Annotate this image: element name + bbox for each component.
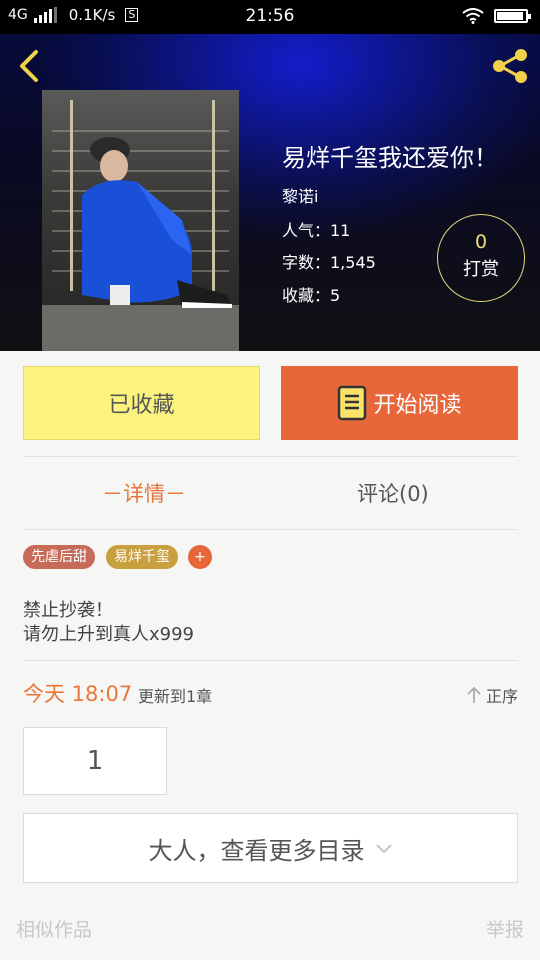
report-link[interactable]: 举报 — [486, 915, 524, 942]
more-catalog-label: 大人，查看更多目录 — [148, 836, 365, 865]
start-reading-button[interactable]: 开始阅读 — [281, 366, 518, 440]
wifi-icon — [462, 8, 484, 24]
description-line: 禁止抄袭！ — [23, 600, 113, 621]
tip-count: 0 — [474, 231, 488, 253]
share-icon — [493, 49, 527, 83]
sort-order-label: 正序 — [485, 687, 518, 706]
status-right — [462, 8, 531, 24]
clock: 21:56 — [245, 6, 295, 26]
book-title: 易烊千玺我还爱你！ — [282, 144, 498, 172]
tag-item[interactable]: 先虐后甜 — [23, 545, 95, 569]
favorites-stat: 收藏：5 — [282, 286, 341, 305]
divider — [23, 529, 518, 530]
battery-icon — [494, 9, 531, 23]
author-name[interactable]: 黎诺i — [282, 183, 318, 207]
collected-button[interactable]: 已收藏 — [23, 366, 260, 440]
sort-order-button[interactable]: 正序 — [466, 683, 518, 707]
divider — [23, 660, 518, 661]
update-text: 更新到1章 — [138, 687, 213, 706]
book-header: 易烊千玺我还爱你！ 黎诺i 人气：11 字数：1,545 收藏：5 0 打赏 — [0, 34, 540, 351]
word-count-stat: 字数：1,545 — [282, 253, 376, 272]
collected-label: 已收藏 — [108, 393, 175, 418]
popularity-stat: 人气：11 — [282, 221, 351, 240]
status-bar: 4G 0.1K/s S 21:56 — [0, 0, 540, 34]
description-line: 请勿上升到真人x999 — [23, 624, 195, 645]
tip-label: 打赏 — [463, 259, 499, 280]
tip-button[interactable]: 0 打赏 — [437, 214, 525, 302]
tab-detail[interactable]: －详情－ — [102, 478, 186, 508]
chevron-left-icon — [20, 50, 38, 82]
book-cover-image[interactable] — [42, 90, 239, 351]
tag-item[interactable]: 易烊千玺 — [106, 545, 178, 569]
chapter-item[interactable]: 1 — [23, 727, 167, 795]
arrow-up-icon — [467, 686, 481, 703]
update-time: 今天 18:07 — [23, 682, 133, 706]
similar-works-link[interactable]: 相似作品 — [16, 915, 92, 942]
tab-comment[interactable]: 评论(0) — [357, 478, 429, 508]
divider — [23, 456, 518, 457]
share-button[interactable] — [490, 46, 530, 86]
book-icon — [338, 385, 367, 421]
more-catalog-button[interactable]: 大人，查看更多目录 — [23, 813, 518, 883]
chevron-down-icon — [375, 844, 392, 854]
start-reading-label: 开始阅读 — [373, 393, 462, 418]
add-tag-button[interactable]: + — [188, 545, 212, 569]
cover-figure-illustration — [42, 137, 239, 351]
back-button[interactable] — [14, 48, 48, 84]
chapter-number: 1 — [86, 746, 104, 776]
